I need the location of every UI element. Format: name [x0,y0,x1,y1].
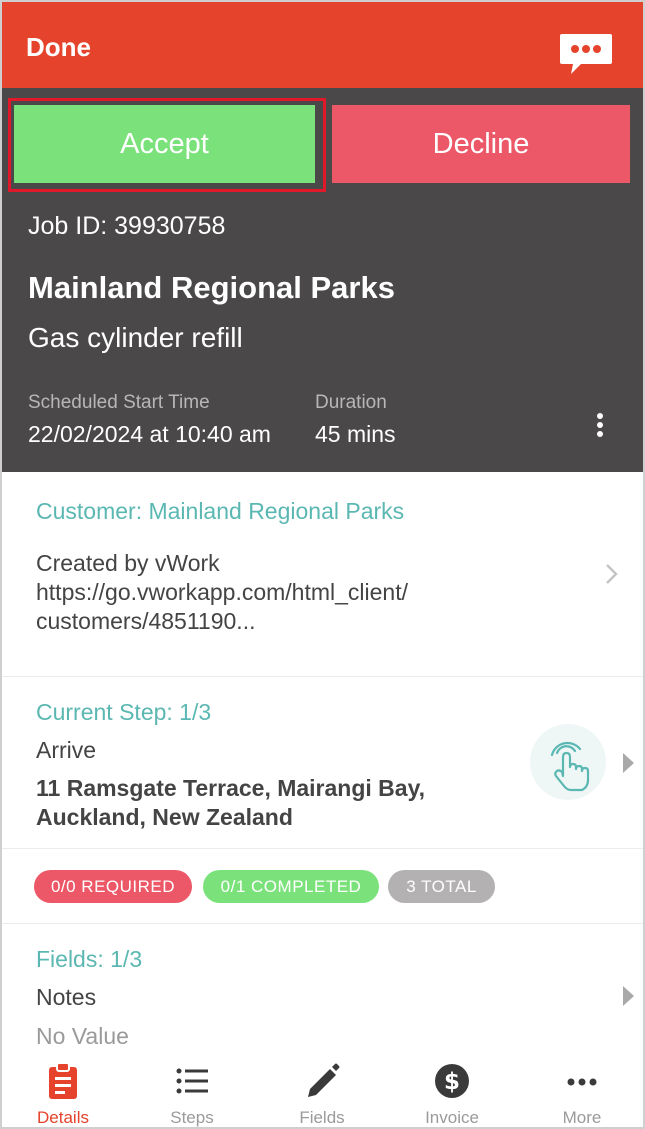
top-bar: Done [2,2,643,88]
more-icon [567,1078,597,1086]
app-screen: Done Accept Decline Job ID: 39930758 Mai… [0,0,645,1129]
duration-label: Duration [315,392,387,413]
nav-details[interactable]: Details [8,1055,118,1127]
completed-badge: 0/1 COMPLETED [203,870,379,903]
chat-icon[interactable] [559,32,613,76]
job-id: Job ID: 39930758 [28,212,226,240]
decline-button[interactable]: Decline [332,105,630,183]
chevron-right-icon [606,564,618,584]
job-type: Gas cylinder refill [28,322,243,353]
nav-label: Fields [299,1108,345,1127]
fields-title: Fields: 1/3 [36,946,143,972]
more-options-icon[interactable] [592,413,608,443]
required-badge: 0/0 REQUIRED [34,870,192,903]
customer-url-line1: https://go.vworkapp.com/html_client/ [36,579,408,605]
duration-value: 45 mins [315,421,396,447]
customer-created-by: Created by vWork [36,550,220,576]
nav-label: Steps [170,1108,214,1127]
step-address-line2: Auckland, New Zealand [36,804,293,830]
bottom-nav: Details Steps Fields $ Invoice More [2,1055,643,1127]
nav-label: More [562,1108,602,1127]
nav-label: Invoice [425,1108,479,1127]
start-time-label: Scheduled Start Time [28,392,210,413]
dollar-icon: $ [435,1064,469,1098]
nav-more[interactable]: More [527,1055,637,1127]
chevron-right-icon [623,986,634,1006]
step-name: Arrive [36,737,97,763]
nav-label: Details [37,1108,89,1127]
nav-invoice[interactable]: $ Invoice [397,1055,507,1127]
field-name: Notes [36,984,97,1010]
nav-steps[interactable]: Steps [137,1055,247,1127]
customer-title: Customer: Mainland Regional Parks [36,498,405,524]
customer-section[interactable]: Customer: Mainland Regional Parks Create… [2,472,643,677]
done-button[interactable]: Done [26,32,91,63]
step-address-line1: 11 Ramsgate Terrace, Mairangi Bay, [36,775,426,801]
start-time-value: 22/02/2024 at 10:40 am [28,421,271,447]
tap-to-start-icon[interactable] [530,724,606,800]
accept-highlight-outline [8,98,326,192]
nav-fields[interactable]: Fields [267,1055,377,1127]
total-badge: 3 TOTAL [388,870,495,903]
list-icon [176,1068,208,1094]
clipboard-icon [49,1062,77,1099]
job-customer-name: Mainland Regional Parks [28,270,395,305]
svg-text:$: $ [444,1069,460,1095]
chevron-right-icon [623,753,634,773]
fields-section[interactable]: Fields: 1/3 Notes No Value [2,924,643,1055]
field-value: No Value [36,1023,129,1049]
customer-url-line2: customers/4851190... [36,608,256,634]
pencil-icon [308,1063,340,1097]
current-step-title: Current Step: 1/3 [36,699,212,725]
